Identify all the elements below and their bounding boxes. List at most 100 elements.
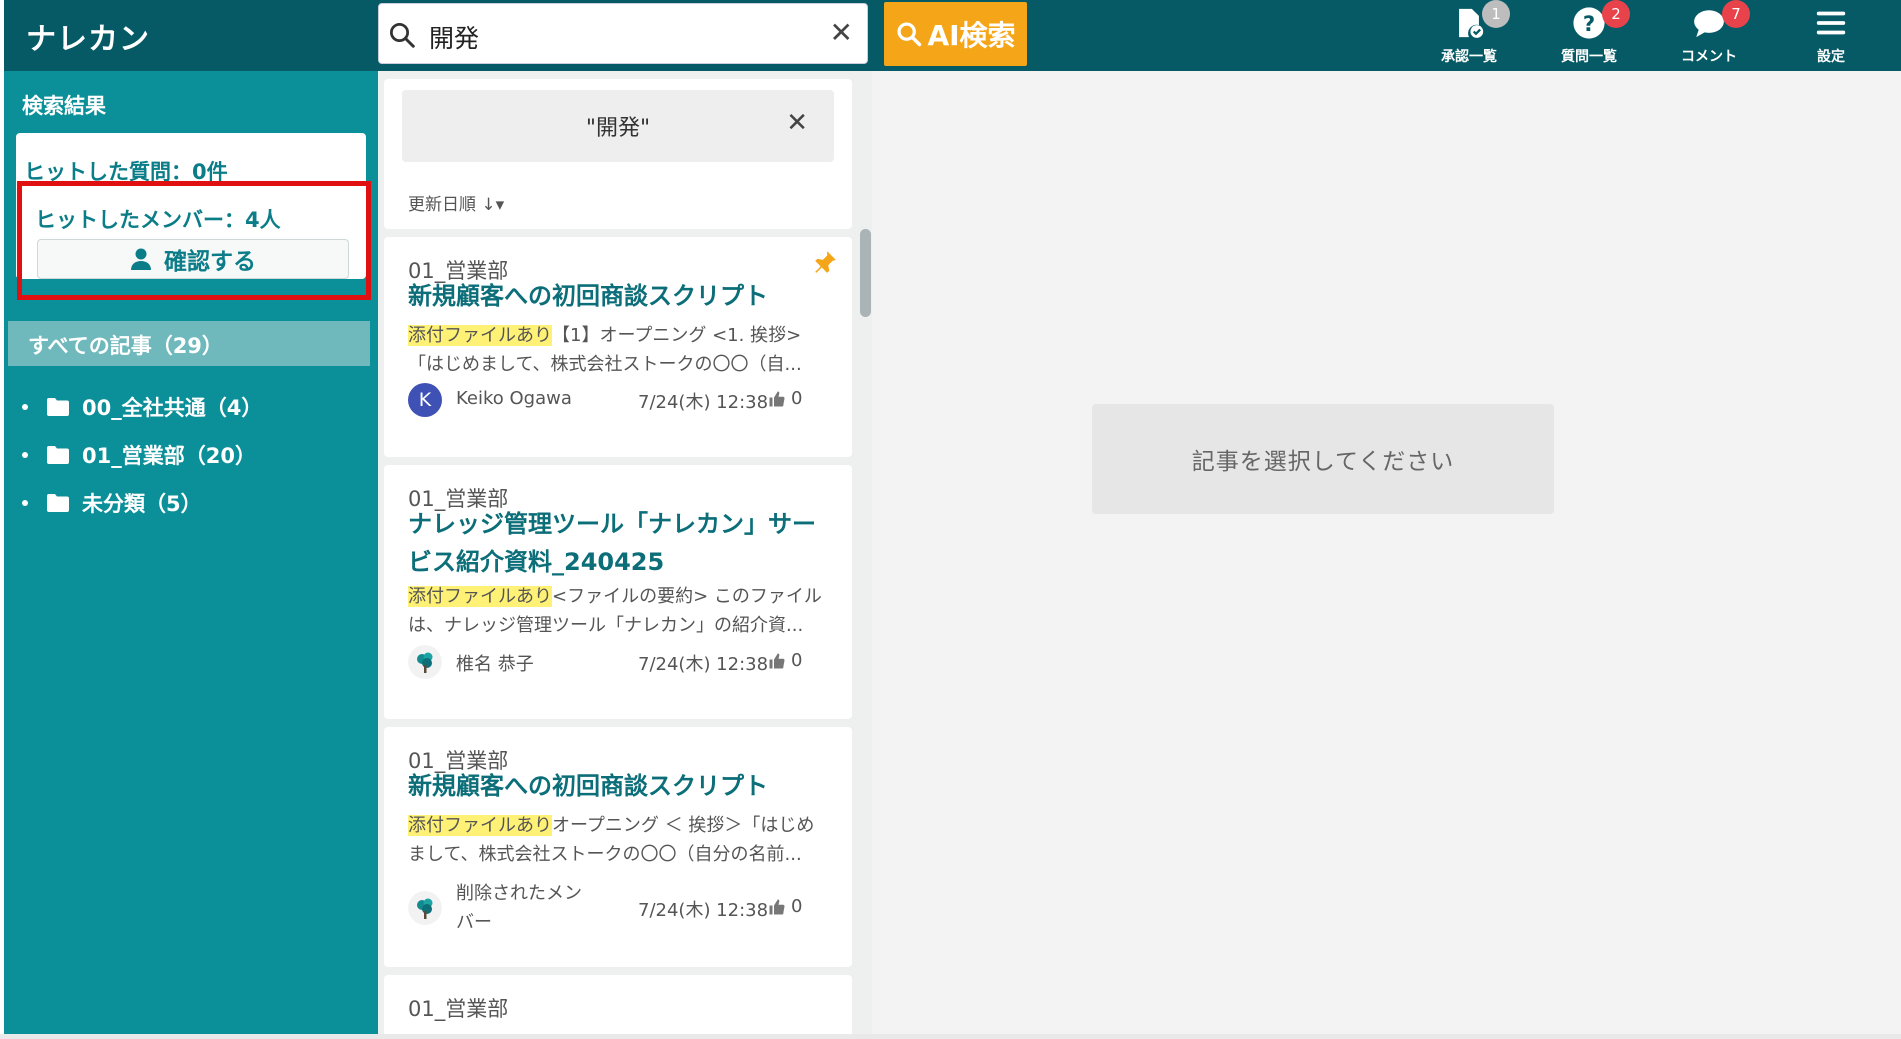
folder-item[interactable]: 00_全社共通（4） (22, 383, 262, 431)
like-count-value: 0 (791, 650, 803, 671)
bullet (22, 452, 28, 458)
nav-settings-label: 設定 (1817, 49, 1845, 65)
nav-settings[interactable]: 設定 (1786, 0, 1876, 71)
remove-keyword-icon[interactable]: ✕ (786, 108, 808, 138)
snippet-text: <ファイルの要約> このファイル (552, 586, 822, 607)
like-count: 0 (768, 896, 802, 917)
article-title[interactable]: 新規顧客への初回商談スクリプト (408, 277, 828, 315)
search-input-value[interactable]: 開発 (429, 19, 479, 55)
comment-icon (1694, 10, 1724, 38)
nav-comments-label: コメント (1681, 49, 1737, 65)
window-bottom-edge (0, 1034, 1901, 1039)
sort-label: 更新日順 (408, 195, 476, 215)
approvals-badge: 1 (1482, 0, 1510, 28)
search-icon (390, 23, 415, 48)
ai-search-button[interactable]: AI検索 (884, 2, 1027, 66)
ai-search-label: AI検索 (927, 19, 1016, 52)
hit-members-text: ヒットしたメンバー：4人 (35, 208, 281, 232)
thumbs-up-icon (769, 391, 785, 407)
updated-date: 7/24(木) 12:38 (638, 654, 769, 675)
search-icon (897, 22, 922, 47)
all-articles-item[interactable]: すべての記事（29） (8, 321, 370, 366)
attachment-badge: 添付ファイルあり (408, 586, 552, 607)
like-count: 0 (768, 388, 802, 409)
confirm-members-button[interactable]: 確認する (37, 239, 349, 279)
select-article-placeholder: 記事を選択してください (1092, 404, 1554, 514)
article-category: 01_営業部 (408, 997, 509, 1021)
folder-item[interactable]: 未分類（5） (22, 479, 262, 527)
like-count: 0 (768, 650, 802, 671)
confirm-members-label: 確認する (164, 249, 256, 275)
search-results-title: 検索結果 (22, 94, 106, 118)
nav-questions[interactable]: ? 2 質問一覧 (1544, 0, 1634, 71)
bullet (22, 500, 28, 506)
folder-icon (47, 494, 69, 512)
keyword-chip: "開発" ✕ (402, 90, 834, 162)
thumbs-up-icon (769, 899, 785, 915)
filter-card: "開発" ✕ 更新日順 ↓▾ (384, 79, 852, 229)
pin-icon[interactable] (812, 249, 838, 275)
sort-arrow-icon: ↓▾ (481, 195, 505, 215)
article-meta: 椎名 恭子 7/24(木) 12:38 0 (408, 645, 828, 679)
like-count-value: 0 (791, 388, 803, 409)
article-card[interactable]: 01_営業部 新規顧客への初回商談スクリプト 添付ファイルありオープニング ＜ … (384, 727, 852, 967)
folder-icon (47, 446, 69, 464)
nav-comments[interactable]: 7 コメント (1664, 0, 1754, 71)
folder-icon (47, 398, 69, 416)
author-name: Keiko Ogawa (456, 388, 572, 409)
article-card[interactable]: 01_営業部 新規顧客への初回商談スクリプト 添付ファイルあり【1】オープニング… (384, 237, 852, 457)
app-logo[interactable]: ナレカン (26, 14, 150, 58)
updated-date: 7/24(木) 12:38 (638, 900, 769, 921)
svg-text:?: ? (1583, 12, 1595, 37)
author-name: 椎名 恭子 (456, 654, 534, 675)
article-title[interactable]: 新規顧客への初回商談スクリプト (408, 767, 828, 805)
author-name: 削除されたメン (456, 883, 582, 904)
questions-badge: 2 (1602, 0, 1630, 28)
avatar-tree-icon (408, 645, 442, 679)
article-card[interactable]: 01_営業部 ナレッジ管理ツール「ナレカン」サービス紹介資料_240425 添付… (384, 465, 852, 719)
bullet (22, 404, 28, 410)
article-meta: 削除されたメン バー 7/24(木) 12:38 0 (408, 879, 828, 939)
article-list-panel: "開発" ✕ 更新日順 ↓▾ 01_営業部 新規顧客への初回商談スクリプト 添付… (378, 71, 872, 1034)
thumbs-up-icon (769, 653, 785, 669)
article-snippet-line2: まして、株式会社ストークの〇〇（自分の名前... (408, 844, 802, 865)
hamburger-menu-icon (1816, 11, 1846, 35)
sort-dropdown[interactable]: 更新日順 ↓▾ (408, 190, 504, 215)
updated-date: 7/24(木) 12:38 (638, 392, 769, 413)
like-count-value: 0 (791, 896, 803, 917)
article-title[interactable]: ナレッジ管理ツール「ナレカン」サービス紹介資料_240425 (408, 505, 828, 581)
author-name-line2: バー (456, 912, 492, 933)
search-input[interactable]: 開発 ✕ (378, 3, 868, 64)
top-header: ナレカン 開発 ✕ AI検索 1 承認一覧 ? 2 質問一覧 7 コメント 設定 (4, 0, 1901, 71)
article-snippet: 添付ファイルあり<ファイルの要約> このファイル (408, 582, 828, 611)
attachment-badge: 添付ファイルあり (408, 815, 552, 836)
avatar: K (408, 383, 442, 417)
list-scrollbar-thumb[interactable] (860, 229, 871, 317)
keyword-chip-text: "開発" (585, 116, 651, 141)
person-icon (131, 248, 151, 270)
article-card[interactable]: 01_営業部 (384, 975, 852, 1034)
folder-list: 00_全社共通（4） 01_営業部（20） 未分類（5） (22, 383, 262, 527)
article-meta: K Keiko Ogawa 7/24(木) 12:38 0 (408, 383, 828, 417)
folder-item[interactable]: 01_営業部（20） (22, 431, 262, 479)
question-circle-icon: ? (1573, 7, 1605, 39)
article-snippet: 添付ファイルあり【1】オープニング <1. 挨拶> (408, 321, 828, 350)
sidebar: 検索結果 ヒットした質問：0件 ヒットしたメンバー：4人 確認する すべての記事… (4, 71, 378, 1034)
nav-questions-label: 質問一覧 (1561, 49, 1617, 65)
hit-members-highlight: ヒットしたメンバー：4人 確認する (17, 181, 371, 300)
folder-label: 00_全社共通（4） (82, 396, 263, 420)
article-detail-panel: 記事を選択してください (872, 71, 1901, 1034)
attachment-badge: 添付ファイルあり (408, 325, 552, 346)
comments-badge: 7 (1722, 0, 1750, 28)
nav-approvals-label: 承認一覧 (1441, 49, 1497, 65)
article-snippet-line2: は、ナレッジ管理ツール「ナレカン」の紹介資... (408, 615, 804, 636)
article-snippet: 添付ファイルありオープニング ＜ 挨拶＞「はじめ (408, 811, 828, 840)
folder-label: 未分類（5） (82, 492, 202, 516)
article-snippet-line2: 「はじめまして、株式会社ストークの〇〇（自... (408, 354, 802, 375)
nav-approvals[interactable]: 1 承認一覧 (1424, 0, 1514, 71)
file-check-icon (1459, 8, 1484, 38)
folder-label: 01_営業部（20） (82, 444, 256, 468)
avatar-tree-icon (408, 891, 442, 925)
snippet-text: 【1】オープニング <1. 挨拶> (552, 325, 802, 346)
clear-search-icon[interactable]: ✕ (830, 16, 853, 49)
